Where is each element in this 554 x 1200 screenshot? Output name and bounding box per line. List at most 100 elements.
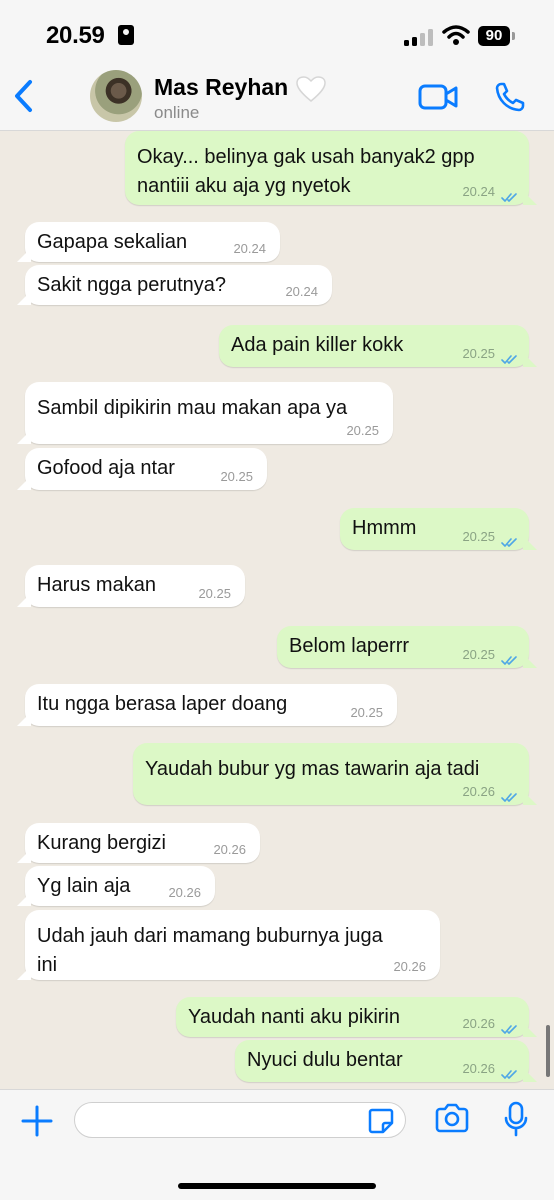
message-input[interactable] <box>74 1102 406 1138</box>
bubble-tail <box>523 1068 537 1082</box>
message-text: Harus makan <box>37 571 156 600</box>
message-text: Kurang bergizi <box>37 829 166 858</box>
message-text: Sakit ngga perutnya? <box>37 271 226 300</box>
status-time: 20.59 <box>46 22 105 49</box>
cellular-signal-icon <box>404 28 434 46</box>
outgoing-message[interactable]: Yaudah nanti aku pikirin 20.26 <box>176 997 537 1037</box>
message-timestamp: 20.25 <box>220 469 253 484</box>
message-timestamp: 20.24 <box>285 284 318 299</box>
message-timestamp: 20.25 <box>462 647 495 662</box>
message-line: nantiii aku aja yg nyetok <box>137 175 351 197</box>
white-heart-icon <box>296 76 326 102</box>
read-receipt-icon <box>501 348 519 364</box>
contact-card-icon <box>118 25 134 45</box>
outgoing-message[interactable]: Hmmm 20.25 <box>340 508 537 550</box>
incoming-message[interactable]: Itu ngga berasa laper doang 20.25 <box>17 684 397 726</box>
message-timestamp: 20.26 <box>462 1016 495 1031</box>
bubble-tail <box>17 430 31 444</box>
bubble-tail <box>17 849 31 863</box>
incoming-message[interactable]: Kurang bergizi 20.26 <box>17 823 260 863</box>
outgoing-message[interactable]: Ada pain killer kokk 20.25 <box>219 325 537 367</box>
bubble-tail <box>17 712 31 726</box>
message-line: Okay... belinya gak usah banyak2 gpp <box>137 146 475 168</box>
message-timestamp: 20.26 <box>168 885 201 900</box>
message-text: Hmmm <box>352 514 416 543</box>
message-timestamp: 20.25 <box>346 423 379 438</box>
chat-header: Mas Reyhan online <box>0 62 554 131</box>
read-receipt-icon <box>501 531 519 547</box>
read-receipt-icon <box>501 1018 519 1034</box>
bubble-tail <box>523 191 537 205</box>
bubble-tail <box>17 892 31 906</box>
message-line: Gofood aja ntar <box>37 457 175 479</box>
bubble-tail <box>523 654 537 668</box>
read-receipt-icon <box>501 1063 519 1079</box>
incoming-message[interactable]: Udah jauh dari mamang buburnya juga ini 20… <box>17 910 440 980</box>
message-text: Sambil dipikirin mau makan apa ya <box>37 394 347 423</box>
bubble-tail <box>523 353 537 367</box>
message-text: Gapapa sekalian <box>37 228 187 257</box>
microphone-icon[interactable] <box>504 1101 528 1137</box>
bubble-tail <box>523 791 537 805</box>
message-line: ini <box>37 954 58 976</box>
plus-icon[interactable] <box>20 1104 54 1138</box>
bubble-tail <box>17 476 31 490</box>
message-line: Yaudah nanti aku pikirin <box>188 1006 400 1028</box>
message-timestamp: 20.25 <box>350 705 383 720</box>
message-text: Itu ngga berasa laper doang <box>37 690 287 719</box>
message-line: Gapapa sekalian <box>37 231 188 253</box>
phone-icon[interactable] <box>494 81 526 113</box>
message-text: Yg lain aja <box>37 872 130 901</box>
read-receipt-icon <box>501 786 519 802</box>
incoming-message[interactable]: Gapapa sekalian 20.24 <box>17 222 280 262</box>
contact-status: online <box>154 103 200 122</box>
message-line: Hmmm <box>352 517 417 539</box>
status-bar: 20.59 90 <box>0 0 554 62</box>
message-timestamp: 20.25 <box>462 346 495 361</box>
message-timestamp: 20.25 <box>462 529 495 544</box>
scrollbar[interactable] <box>546 1025 550 1077</box>
message-line: Sakit ngga perutnya? <box>37 274 227 296</box>
message-timestamp: 20.26 <box>213 842 246 857</box>
input-bar <box>0 1089 554 1200</box>
message-line: Udah jauh dari mamang buburnya juga <box>37 925 383 947</box>
message-line: Itu ngga berasa laper doang <box>37 693 288 715</box>
incoming-message[interactable]: Harus makan 20.25 <box>17 565 245 607</box>
incoming-message[interactable]: Gofood aja ntar 20.25 <box>17 448 267 490</box>
outgoing-message[interactable]: Okay... belinya gak usah banyak2 gpp nant… <box>125 131 537 205</box>
message-timestamp: 20.26 <box>393 959 426 974</box>
message-timestamp: 20.25 <box>198 586 231 601</box>
sticker-icon[interactable] <box>368 1108 394 1134</box>
bubble-tail <box>523 1023 537 1037</box>
read-receipt-icon <box>501 649 519 665</box>
chat-area[interactable]: Okay... belinya gak usah banyak2 gpp nant… <box>0 131 554 1088</box>
message-text: Ada pain killer kokk <box>231 331 403 360</box>
battery-icon: 90 <box>478 26 510 46</box>
outgoing-message[interactable]: Yaudah bubur yg mas tawarin aja tadi 20.2… <box>133 743 537 805</box>
contact-name[interactable]: Mas Reyhan <box>154 74 288 101</box>
message-line: Harus makan <box>37 574 156 596</box>
video-camera-icon[interactable] <box>418 83 458 111</box>
camera-icon[interactable] <box>434 1103 470 1133</box>
message-line: Belom laperrr <box>289 635 410 657</box>
incoming-message[interactable]: Yg lain aja 20.26 <box>17 866 215 906</box>
chevron-left-icon[interactable] <box>10 76 40 116</box>
bubble-tail <box>17 248 31 262</box>
avatar[interactable] <box>90 70 142 122</box>
message-line: Yaudah bubur yg mas tawarin aja tadi <box>145 758 480 780</box>
message-text: Nyuci dulu bentar <box>247 1046 403 1075</box>
incoming-message[interactable]: Sakit ngga perutnya? 20.24 <box>17 265 332 305</box>
outgoing-message[interactable]: Belom laperrr 20.25 <box>277 626 537 668</box>
outgoing-message[interactable]: Nyuci dulu bentar 20.26 <box>235 1040 537 1082</box>
message-timestamp: 20.24 <box>462 184 495 199</box>
message-text: Gofood aja ntar <box>37 454 175 483</box>
read-receipt-icon <box>501 186 519 202</box>
message-text: Belom laperrr <box>289 632 409 661</box>
bubble-tail <box>523 536 537 550</box>
message-text: Yaudah bubur yg mas tawarin aja tadi <box>145 755 479 784</box>
message-line: Nyuci dulu bentar <box>247 1049 403 1071</box>
message-timestamp: 20.26 <box>462 1061 495 1076</box>
message-text: Udah jauh dari mamang buburnya juga ini <box>37 922 383 980</box>
wifi-icon <box>442 25 470 45</box>
incoming-message[interactable]: Sambil dipikirin mau makan apa ya 20.25 <box>17 382 393 444</box>
